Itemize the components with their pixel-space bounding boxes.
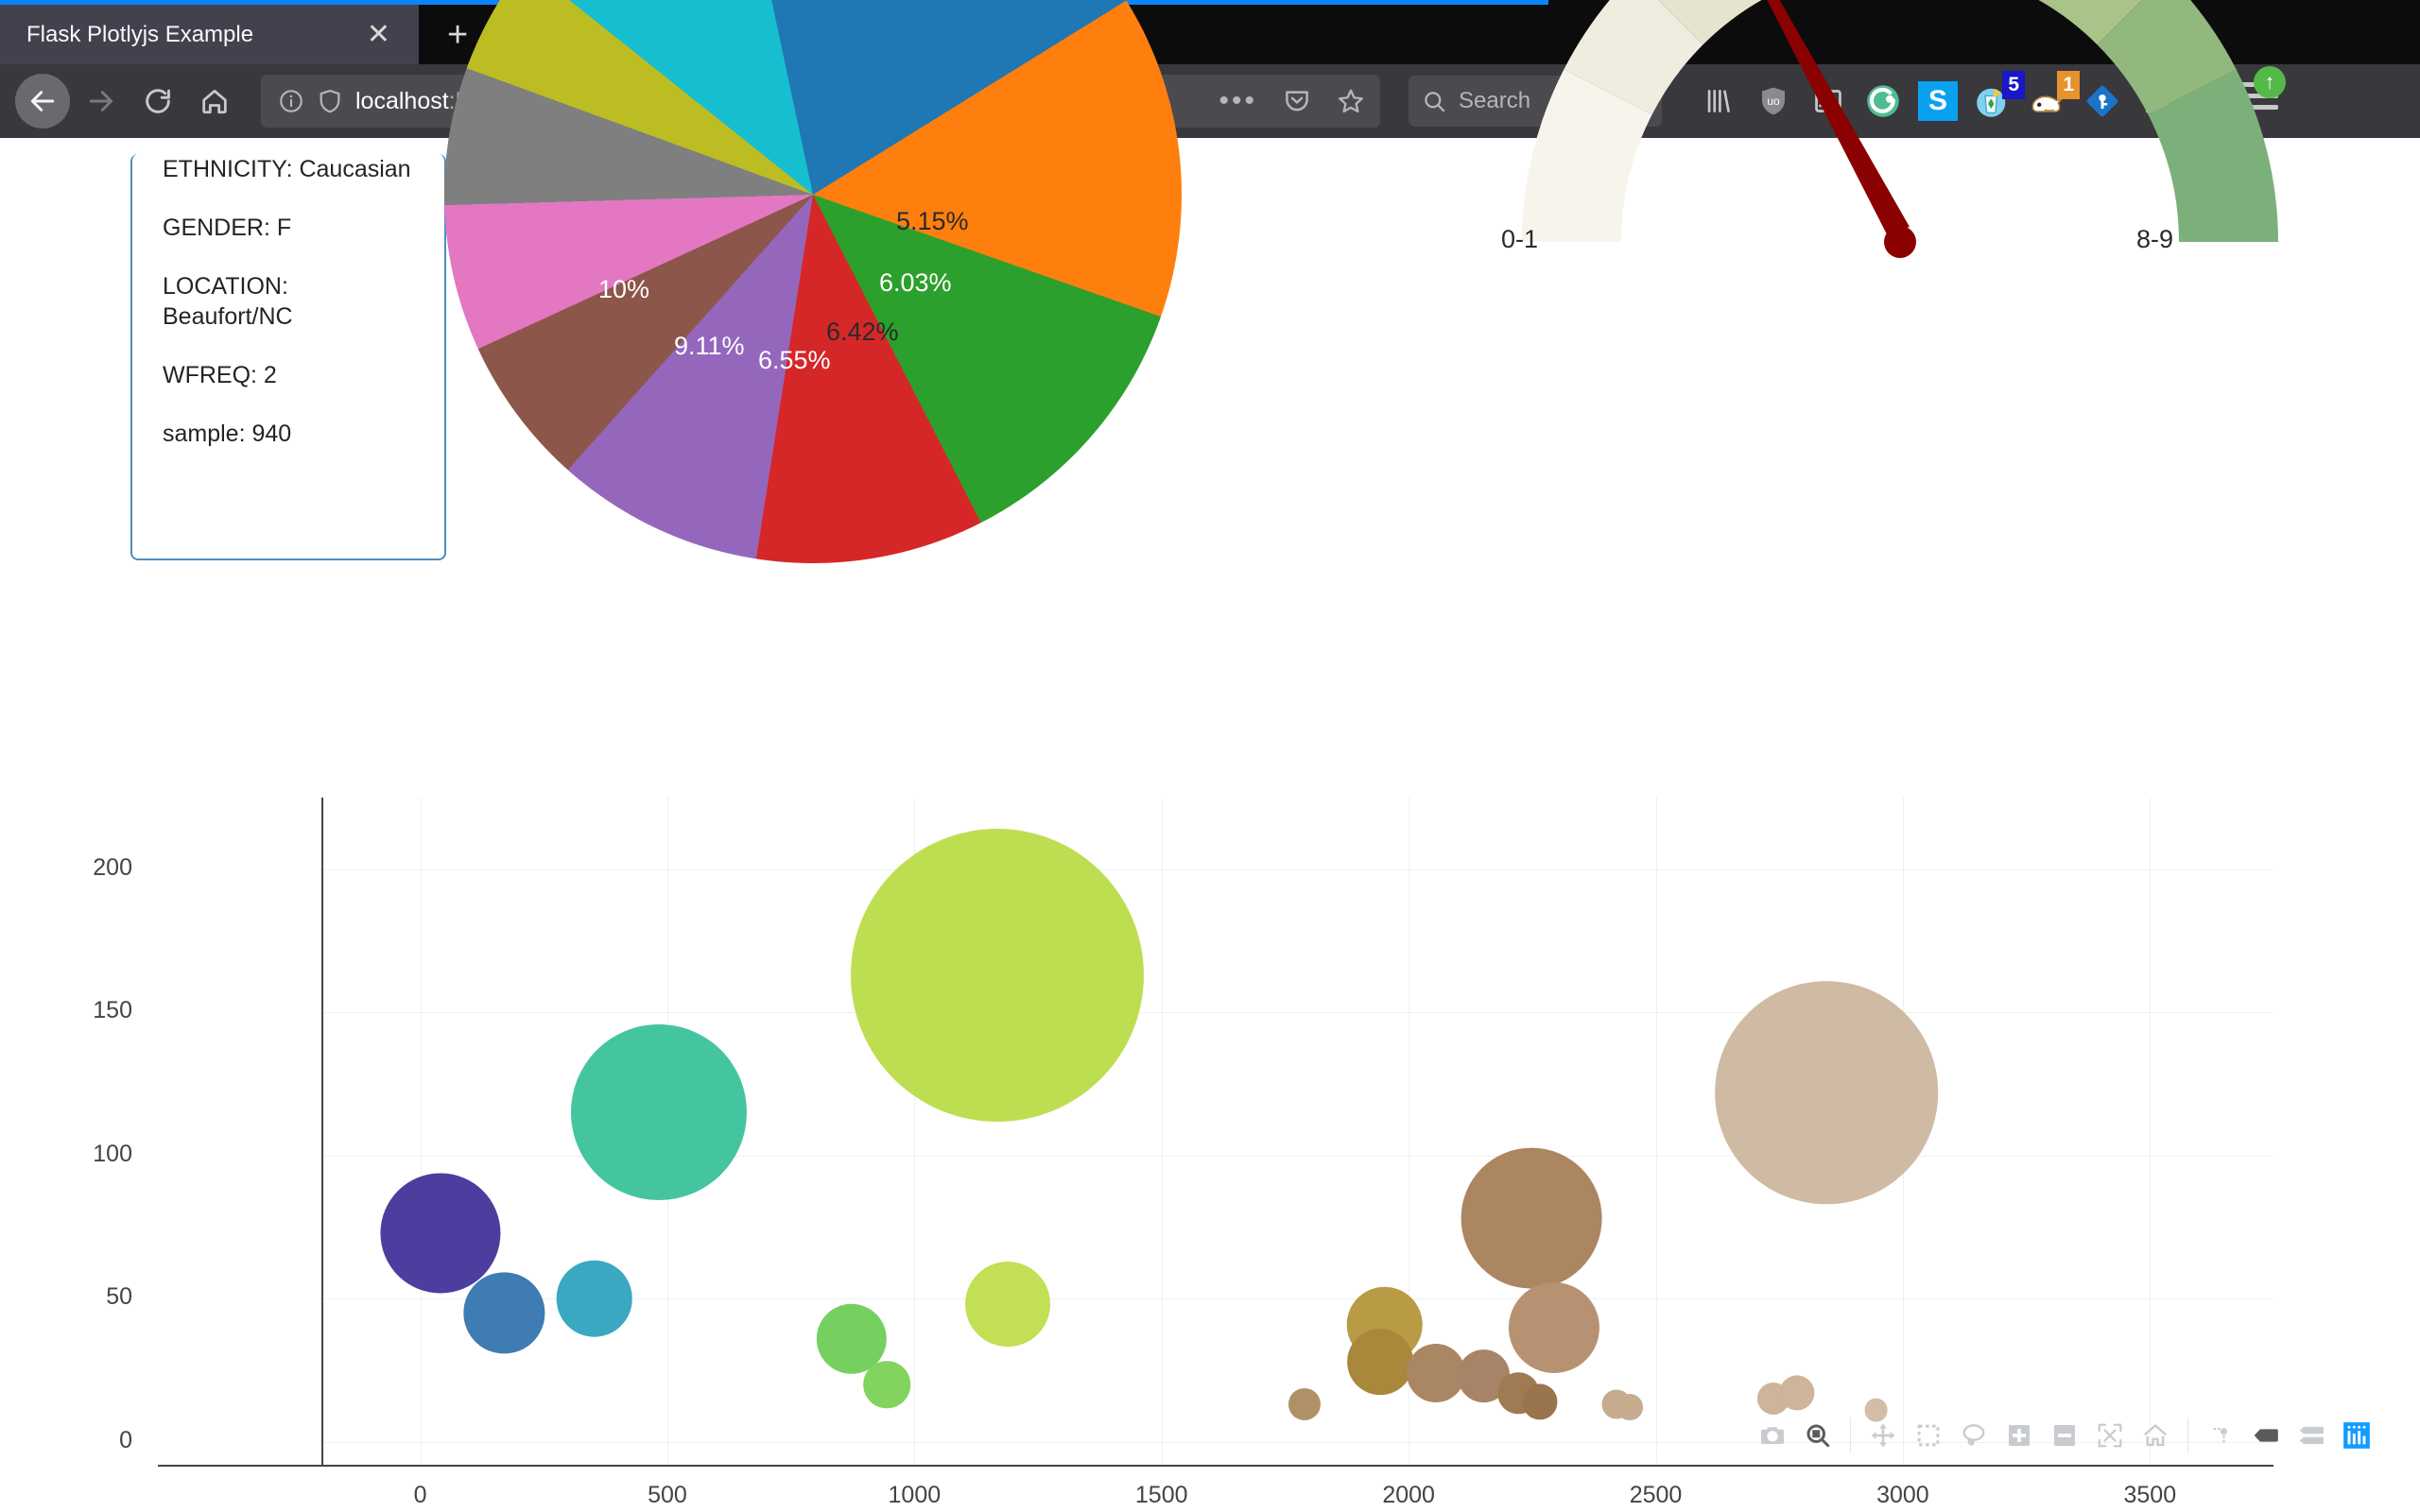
bubble-point[interactable] (965, 1262, 1050, 1347)
x-axis-tick-label: 2500 (1630, 1482, 1683, 1509)
gridline-horizontal (321, 1012, 2273, 1013)
bubble-point[interactable] (1407, 1344, 1465, 1402)
pie-label: 10% (598, 275, 649, 304)
bookmark-star-icon[interactable] (1337, 87, 1365, 115)
y-axis-tick-label: 150 (93, 997, 132, 1024)
x-axis-tick-label: 3500 (2123, 1482, 2176, 1509)
bubble-point[interactable] (1288, 1388, 1321, 1420)
x-axis-tick-label: 3000 (1876, 1482, 1929, 1509)
box-select-icon[interactable] (1910, 1417, 1947, 1454)
search-icon (1422, 89, 1447, 114)
zoom-in-icon[interactable] (2000, 1417, 2038, 1454)
x-axis-tick-label: 1500 (1135, 1482, 1188, 1509)
bubble-point[interactable] (380, 1173, 500, 1293)
save-to-pocket-icon[interactable] (1283, 87, 1311, 115)
page-actions-ellipsis-icon[interactable]: ••• (1219, 85, 1257, 117)
gridline-vertical (2150, 798, 2151, 1465)
list-item: ETHNICITY: Caucasian (163, 154, 444, 184)
browser-tab[interactable]: Flask Plotlyjs Example ✕ (0, 5, 419, 64)
y-axis-line (321, 798, 323, 1465)
plotly-logo-icon[interactable] (2338, 1417, 2376, 1454)
bubble-point[interactable] (1509, 1282, 1599, 1373)
x-axis-tick-label: 2000 (1382, 1482, 1435, 1509)
url-host: localhost (355, 88, 449, 114)
list-item: LOCATION: Beaufort/NC (163, 271, 352, 332)
x-axis-tick-label: 0 (414, 1482, 427, 1509)
bubble-point[interactable] (1779, 1376, 1814, 1411)
bubble-point[interactable] (1522, 1384, 1557, 1419)
autoscale-icon[interactable] (2091, 1417, 2129, 1454)
pan-icon[interactable] (1864, 1417, 1902, 1454)
bubble-point[interactable] (1616, 1394, 1643, 1420)
list-item: sample: 940 (163, 419, 444, 449)
y-axis-tick-label: 200 (93, 854, 132, 882)
modebar-divider (1850, 1418, 1851, 1453)
zoom-out-icon[interactable] (2046, 1417, 2083, 1454)
home-icon[interactable] (189, 76, 240, 127)
bubble-point[interactable] (863, 1361, 910, 1408)
toggle-spikelines-icon[interactable] (2202, 1417, 2239, 1454)
list-item: GENDER: F (163, 213, 444, 243)
bubble-point[interactable] (556, 1261, 632, 1337)
gauge-chart[interactable]: 0-1 8-9 (1475, 0, 2325, 327)
bubble-point[interactable] (464, 1273, 544, 1353)
y-axis-tick-label: 50 (106, 1283, 132, 1311)
x-axis-tick-label: 500 (648, 1482, 687, 1509)
gridline-vertical (1162, 798, 1163, 1465)
bubble-point[interactable] (851, 829, 1144, 1122)
gridline-horizontal (321, 869, 2273, 870)
forward-arrow-icon[interactable] (76, 76, 127, 127)
list-item: WFREQ: 2 (163, 360, 444, 390)
back-arrow-icon[interactable] (15, 74, 70, 129)
zoom-icon[interactable] (1799, 1417, 1837, 1454)
demographic-info-panel: ETHNICITY: Caucasian GENDER: F LOCATION:… (130, 154, 446, 560)
y-axis-tick-label: 100 (93, 1141, 132, 1168)
download-plot-icon[interactable] (1754, 1417, 1791, 1454)
gridline-vertical (1656, 798, 1657, 1465)
reset-axes-home-icon[interactable] (2136, 1417, 2174, 1454)
pie-slices[interactable] (444, 0, 1182, 563)
bubble-point[interactable] (1347, 1329, 1413, 1395)
gauge-dial (1475, 0, 2325, 327)
pie-label: 5.15% (896, 207, 969, 236)
lasso-select-icon[interactable] (1955, 1417, 1993, 1454)
hover-closest-icon[interactable] (2247, 1417, 2285, 1454)
bubble-point[interactable] (571, 1024, 747, 1200)
modebar-divider (2187, 1418, 2188, 1453)
pie-chart[interactable]: 10% 9.11% 6.55% 6.42% 6.03% 5.15% (444, 0, 1182, 563)
x-axis-line (158, 1465, 2273, 1467)
x-axis-tick-label: 1000 (889, 1482, 942, 1509)
close-icon[interactable]: ✕ (359, 21, 398, 49)
y-axis-tick-label: 0 (119, 1427, 132, 1454)
bubble-chart[interactable]: 0 50 100 150 200 0 500 1000 1500 2000 2500 3000 350… (0, 752, 2420, 1512)
pie-label: 6.55% (758, 346, 831, 375)
reload-icon[interactable] (132, 76, 183, 127)
plotly-modebar[interactable] (1754, 1417, 2376, 1454)
pie-label: 6.03% (879, 268, 952, 298)
pie-label: 6.42% (826, 318, 899, 347)
tab-title: Flask Plotlyjs Example (26, 22, 359, 48)
page-content: ETHNICITY: Caucasian GENDER: F LOCATION:… (0, 138, 2420, 1512)
page-info-icon[interactable] (278, 88, 304, 114)
hover-compare-icon[interactable] (2292, 1417, 2330, 1454)
gauge-segment-label: 8-9 (2136, 225, 2173, 254)
plot-area[interactable] (321, 798, 2273, 1510)
tracking-protection-shield-icon[interactable] (317, 88, 343, 114)
gridline-vertical (421, 798, 422, 1465)
bubble-point[interactable] (1716, 981, 1939, 1204)
demographic-list: ETHNICITY: Caucasian GENDER: F LOCATION:… (163, 154, 444, 449)
bubble-point[interactable] (1461, 1148, 1602, 1289)
pie-label: 9.11% (674, 332, 745, 361)
gauge-segment-label: 0-1 (1501, 225, 1538, 254)
